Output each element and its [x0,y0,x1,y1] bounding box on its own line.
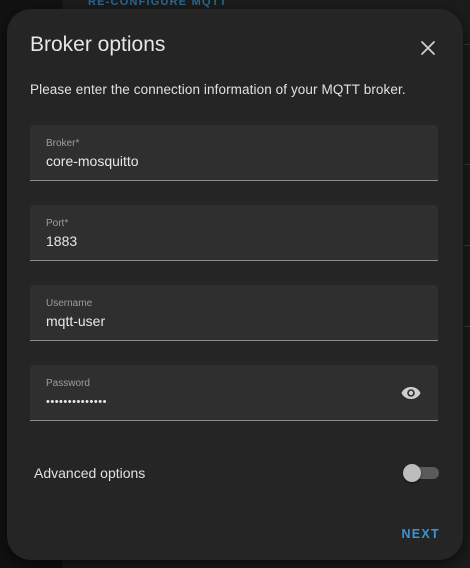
dialog-description: Please enter the connection information … [30,82,406,97]
background-divider [464,245,470,246]
port-label: Port* [46,218,69,229]
show-password-button[interactable] [400,382,422,404]
eye-icon [401,387,421,399]
reconfigure-link[interactable]: RE-CONFIGURE MQTT [88,0,228,8]
broker-label: Broker* [46,138,80,149]
broker-options-dialog: Broker options Please enter the connecti… [7,9,463,560]
port-field[interactable]: Port* 1883 [30,205,438,261]
password-field[interactable]: Password •••••••••••••• [30,365,438,421]
close-icon [421,41,435,55]
close-button[interactable] [415,35,441,61]
advanced-options-toggle[interactable] [403,464,439,482]
password-label: Password [46,378,90,389]
port-input[interactable]: 1883 [46,233,77,249]
next-button[interactable]: NEXT [401,527,440,541]
broker-input[interactable]: core-mosquitto [46,153,139,169]
advanced-options-label: Advanced options [34,465,146,481]
toggle-knob [403,464,421,482]
password-input[interactable]: •••••••••••••• [46,396,107,408]
background-divider [464,164,470,165]
background-divider [464,326,470,327]
broker-field[interactable]: Broker* core-mosquitto [30,125,438,181]
username-field[interactable]: Username mqtt-user [30,285,438,341]
username-input[interactable]: mqtt-user [46,313,105,329]
dialog-title: Broker options [30,33,166,56]
background-divider [464,44,470,45]
username-label: Username [46,298,93,309]
